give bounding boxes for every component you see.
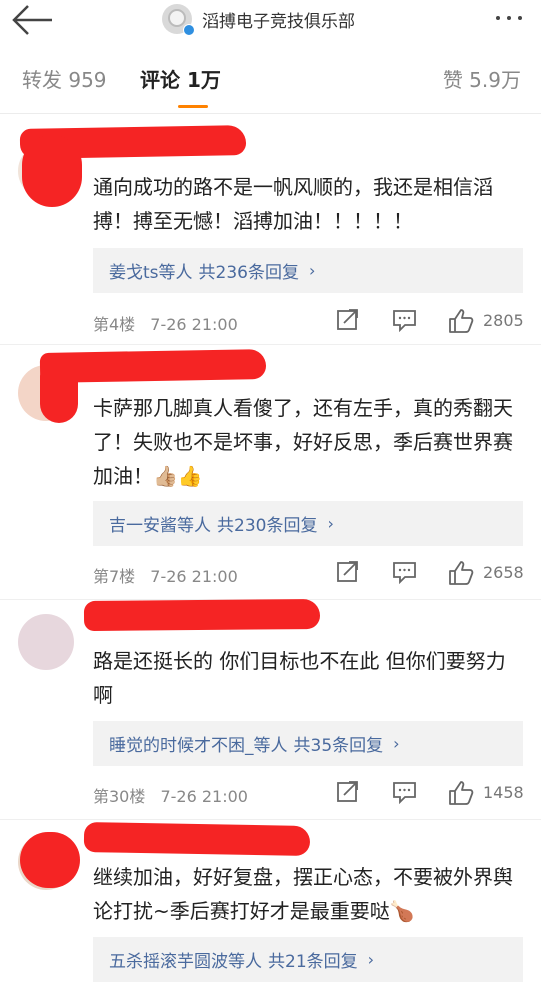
account-name[interactable]: 滔搏电子竞技俱乐部 (202, 7, 355, 32)
more-dots-icon[interactable] (489, 8, 529, 28)
replies-count: 共230条回复 (217, 516, 318, 536)
share-icon[interactable] (336, 308, 360, 336)
comment-icon[interactable] (392, 308, 418, 336)
replies-users: 姜戈ts等人 (109, 263, 193, 283)
comment-item: 继续加油，好好复盘，摆正心态，不要被外界舆论打扰~季后赛打好才是最重要哒🍗 五杀… (0, 820, 541, 1000)
comment-item: 通向成功的路不是一帆风顺的，我还是相信滔搏！搏至无憾！滔搏加油！！！！！ 姜戈t… (0, 115, 541, 345)
like-count: 2658 (483, 563, 524, 582)
chevron-right-icon: › (308, 261, 316, 280)
tab-like[interactable]: 赞 5.9万 (443, 64, 521, 93)
comment-item: 路是还挺长的 你们目标也不在此 但你们要努力啊 睡觉的时候才不困_等人 共35条… (0, 598, 541, 820)
drumstick-emoji: 🍗 (389, 899, 415, 923)
replies-users: 睡觉的时候才不困_等人 (109, 736, 288, 756)
tab-repost[interactable]: 转发 959 (22, 64, 107, 93)
comment-icon[interactable] (392, 560, 418, 588)
comment-text: 通向成功的路不是一帆风顺的，我还是相信滔搏！搏至无憾！滔搏加油！！！！！ (93, 175, 493, 233)
chevron-right-icon: › (327, 514, 334, 533)
comment-text: 卡萨那几脚真人看傻了，还有左手，真的秀翻天了！失败也不是坏事，好好反思，季后赛世… (93, 391, 518, 493)
comment-icon[interactable] (392, 780, 418, 808)
redaction-mark (22, 135, 82, 207)
comment-text: 继续加油，好好复盘，摆正心态，不要被外界舆论打扰~季后赛打好才是最重要哒🍗 (93, 860, 518, 928)
comment-time: 7-26 21:00 (150, 567, 238, 586)
comment-actions: 1458 (336, 780, 536, 806)
floor-number: 第4楼 (93, 315, 136, 334)
tab-bar: 转发 959 评论 1万 赞 5.9万 (0, 46, 541, 114)
redaction-mark (40, 357, 78, 423)
thumbs-up-icon[interactable] (448, 560, 474, 590)
verified-badge-icon (183, 24, 195, 36)
share-icon[interactable] (336, 780, 360, 808)
replies-link[interactable]: 睡觉的时候才不困_等人 共35条回复 › (93, 721, 523, 766)
tab-comment[interactable]: 评论 1万 (140, 64, 221, 93)
comment-actions: 2805 (336, 308, 536, 334)
account-avatar[interactable] (162, 4, 195, 36)
comment-meta: 第7楼 7-26 21:00 (93, 563, 238, 587)
like-count: 2805 (483, 311, 524, 330)
comment-meta: 第4楼 7-26 21:00 (93, 311, 238, 335)
replies-count: 共21条回复 (268, 952, 358, 972)
floor-number: 第30楼 (93, 787, 146, 806)
replies-users: 吉一安酱等人 (109, 516, 211, 536)
comment-time: 7-26 21:00 (150, 315, 238, 334)
comment-meta: 第30楼 7-26 21:00 (93, 783, 248, 807)
comment-time: 7-26 21:00 (160, 787, 248, 806)
comment-body: 继续加油，好好复盘，摆正心态，不要被外界舆论打扰~季后赛打好才是最重要哒 (93, 865, 513, 923)
redaction-mark (83, 598, 321, 632)
replies-link[interactable]: 姜戈ts等人 共236条回复 › (93, 248, 523, 293)
replies-users: 五杀摇滚芋圆波等人 (109, 952, 262, 972)
replies-link[interactable]: 吉一安酱等人 共230条回复 › (93, 501, 523, 546)
chevron-right-icon: › (393, 734, 400, 753)
active-tab-indicator (178, 105, 208, 108)
floor-number: 第7楼 (93, 567, 136, 586)
account-header[interactable]: 滔搏电子竞技俱乐部 (162, 4, 355, 36)
redaction-mark (20, 832, 80, 888)
chevron-right-icon: › (367, 950, 375, 969)
user-avatar[interactable] (18, 614, 74, 670)
back-arrow-icon[interactable] (8, 4, 56, 40)
replies-link[interactable]: 五杀摇滚芋圆波等人 共21条回复 › (93, 937, 523, 982)
share-icon[interactable] (336, 560, 360, 588)
thumbs-up-icon[interactable] (448, 308, 474, 338)
comment-text: 路是还挺长的 你们目标也不在此 但你们要努力啊 (93, 649, 506, 707)
top-bar: 滔搏电子竞技俱乐部 (0, 0, 541, 46)
redaction-mark (83, 822, 311, 856)
thumbs-up-emoji: 👍🏼👍 (153, 464, 203, 488)
replies-count: 共236条回复 (198, 263, 299, 283)
like-count: 1458 (483, 783, 524, 802)
comment-item: 卡萨那几脚真人看傻了，还有左手，真的秀翻天了！失败也不是坏事，好好反思，季后赛世… (0, 345, 541, 600)
comment-actions: 2658 (336, 560, 536, 586)
thumbs-up-icon[interactable] (448, 780, 474, 810)
replies-count: 共35条回复 (293, 736, 384, 756)
